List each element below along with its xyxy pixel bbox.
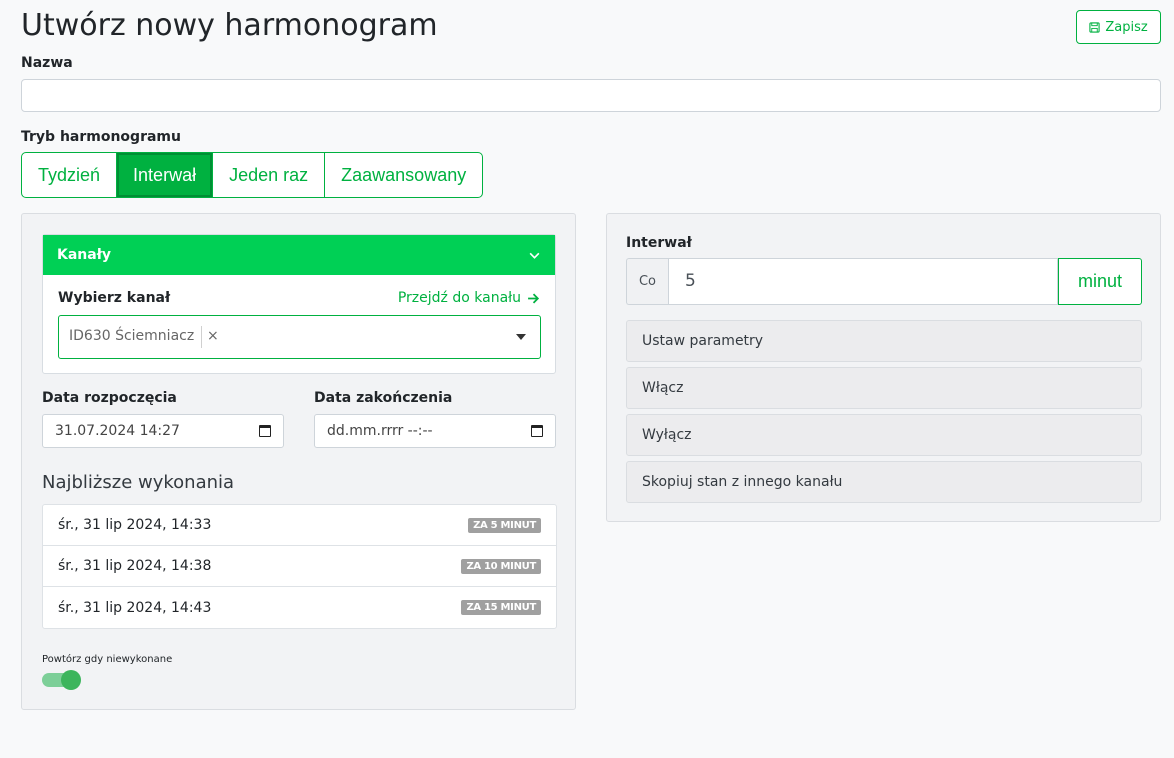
goto-channel-label: Przejdź do kanału <box>397 290 521 306</box>
mode-label: Tryb harmonogramu <box>21 129 181 145</box>
action-turn-on[interactable]: Włącz <box>626 367 1142 409</box>
dropdown-caret-icon[interactable] <box>516 334 526 340</box>
mode-tab-interval[interactable]: Interwał <box>117 153 214 197</box>
execution-date: śr., 31 lip 2024, 14:33 <box>58 517 212 533</box>
arrow-right-icon <box>528 293 540 303</box>
mode-tab-week[interactable]: Tydzień <box>22 153 118 197</box>
repeat-toggle[interactable] <box>42 669 81 690</box>
toggle-thumb <box>61 670 81 690</box>
channel-select[interactable]: ID630 Ściemniacz × <box>58 315 541 359</box>
save-label: Zapisz <box>1105 19 1148 35</box>
status-badge: ZA 10 MINUT <box>461 558 541 574</box>
interval-prefix: Co <box>626 258 668 305</box>
mode-tab-once[interactable]: Jeden raz <box>213 153 326 197</box>
executions-list: śr., 31 lip 2024, 14:33 ZA 5 MINUT śr., … <box>42 504 557 629</box>
select-separator <box>201 326 202 348</box>
page-title: Utwórz nowy harmonogram <box>21 8 438 43</box>
clear-selection-icon[interactable]: × <box>207 328 219 344</box>
action-copy-state[interactable]: Skopiuj stan z innego kanału <box>626 461 1142 503</box>
interval-label: Interwał <box>626 235 692 251</box>
interval-unit-button[interactable]: minut <box>1058 258 1142 305</box>
start-date-label: Data rozpoczęcia <box>42 390 177 406</box>
interval-input-group: Co 5 minut <box>626 258 1142 305</box>
start-date-value: 31.07.2024 14:27 <box>55 423 180 439</box>
calendar-icon[interactable] <box>259 425 271 437</box>
list-item: śr., 31 lip 2024, 14:43 ZA 15 MINUT <box>43 587 556 628</box>
execution-date: śr., 31 lip 2024, 14:43 <box>58 599 212 616</box>
save-button[interactable]: Zapisz <box>1076 10 1161 44</box>
end-date-input[interactable]: dd.mm.rrrr --:-- <box>314 414 556 448</box>
execution-date: śr., 31 lip 2024, 14:38 <box>58 558 212 574</box>
chevron-down-icon[interactable] <box>528 249 541 262</box>
schedule-settings-card: Kanały Wybierz kanał Przejdź do kanału I… <box>21 213 576 710</box>
floppy-disk-icon <box>1089 21 1100 33</box>
upcoming-executions-title: Najbliższe wykonania <box>42 472 235 493</box>
end-date-label: Data zakończenia <box>314 390 453 406</box>
action-turn-off[interactable]: Wyłącz <box>626 414 1142 456</box>
channels-title: Kanały <box>57 247 112 263</box>
list-item: śr., 31 lip 2024, 14:38 ZA 10 MINUT <box>43 546 556 587</box>
interval-card: Interwał Co 5 minut Ustaw parametry Włąc… <box>606 213 1161 522</box>
repeat-label: Powtórz gdy niewykonane <box>42 654 173 665</box>
start-date-input[interactable]: 31.07.2024 14:27 <box>42 414 284 448</box>
end-date-value: dd.mm.rrrr --:-- <box>327 423 433 439</box>
status-badge: ZA 5 MINUT <box>468 517 541 533</box>
mode-tab-advanced[interactable]: Zaawansowany <box>325 153 482 197</box>
channels-panel: Kanały Wybierz kanał Przejdź do kanału I… <box>42 234 556 374</box>
name-label: Nazwa <box>21 55 73 71</box>
channels-header[interactable]: Kanały <box>43 235 555 275</box>
status-badge: ZA 15 MINUT <box>461 600 541 615</box>
mode-selector: Tydzień Interwał Jeden raz Zaawansowany <box>21 152 484 198</box>
interval-value-input[interactable]: 5 <box>668 258 1058 305</box>
selected-channel: ID630 Ściemniacz <box>69 328 195 344</box>
action-set-parameters[interactable]: Ustaw parametry <box>626 320 1142 362</box>
calendar-icon[interactable] <box>531 425 543 437</box>
goto-channel-link[interactable]: Przejdź do kanału <box>398 290 540 306</box>
name-input[interactable] <box>21 79 1161 112</box>
list-item: śr., 31 lip 2024, 14:33 ZA 5 MINUT <box>43 505 556 546</box>
choose-channel-label: Wybierz kanał <box>58 290 171 306</box>
